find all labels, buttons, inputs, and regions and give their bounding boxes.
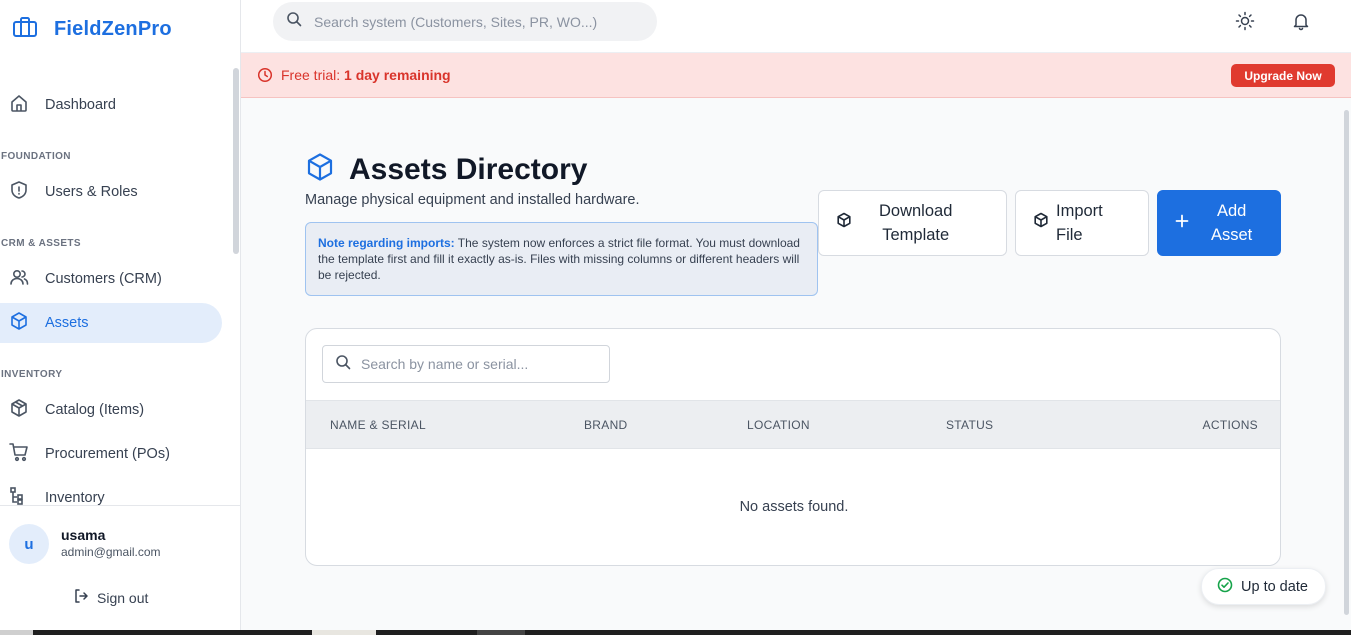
box-icon xyxy=(305,152,335,187)
sidebar-item-label: Users & Roles xyxy=(45,184,138,200)
shield-icon xyxy=(9,180,29,204)
search-icon xyxy=(286,11,302,32)
main-scrollbar[interactable] xyxy=(1344,110,1349,615)
sidebar-item-catalog[interactable]: Catalog (Items) xyxy=(0,390,222,430)
bell-icon[interactable] xyxy=(1290,10,1312,32)
check-circle-icon xyxy=(1217,577,1233,597)
column-header-actions: ACTIONS xyxy=(1202,418,1258,432)
sidebar-item-label: Procurement (POs) xyxy=(45,446,170,462)
sidebar-item-label: Assets xyxy=(45,315,89,331)
global-search-input[interactable] xyxy=(314,13,634,30)
sidebar-item-label: Catalog (Items) xyxy=(45,402,145,418)
user-panel: u usama admin@gmail.com Sign out xyxy=(0,505,240,630)
clock-icon xyxy=(257,67,273,88)
trial-banner: Free trial: 1 day remaining Upgrade Now xyxy=(241,53,1351,98)
user-name: usama xyxy=(61,527,106,543)
sidebar-item-procurement[interactable]: Procurement (POs) xyxy=(0,434,222,474)
taskbar-segment xyxy=(312,630,376,635)
sidebar-scrollbar[interactable] xyxy=(233,68,239,254)
import-file-label: Import File xyxy=(1056,202,1103,244)
page-header: Assets Directory xyxy=(305,152,587,187)
cart-icon xyxy=(9,442,29,466)
box-icon xyxy=(836,211,852,235)
app-name: FieldZenPro xyxy=(54,18,172,40)
box-icon xyxy=(1033,211,1049,235)
import-file-button[interactable]: Import File xyxy=(1015,190,1149,256)
download-template-button[interactable]: Download Template xyxy=(818,190,1007,256)
briefcase-icon xyxy=(12,16,38,43)
section-inventory: INVENTORY xyxy=(1,369,63,380)
sidebar-item-inventory[interactable]: Inventory xyxy=(0,478,222,505)
import-note: Note regarding imports: The system now e… xyxy=(305,222,818,296)
user-email: admin@gmail.com xyxy=(61,545,161,559)
section-foundation: FOUNDATION xyxy=(1,151,71,162)
column-header-status[interactable]: STATUS xyxy=(946,418,993,432)
empty-state-message: No assets found. xyxy=(739,499,849,515)
sidebar-item-assets[interactable]: Assets xyxy=(0,303,222,343)
global-search[interactable] xyxy=(273,2,657,41)
avatar[interactable]: u xyxy=(9,524,49,564)
column-header-brand[interactable]: BRAND xyxy=(584,418,628,432)
add-asset-button[interactable]: Add Asset xyxy=(1157,190,1281,256)
taskbar-strip xyxy=(0,630,1351,635)
note-label: Note regarding imports: xyxy=(318,236,455,250)
trial-text: Free trial: 1 day remaining xyxy=(281,67,451,83)
sidebar: FieldZenPro Dashboard FOUNDATION Users &… xyxy=(0,0,241,630)
upgrade-now-button[interactable]: Upgrade Now xyxy=(1231,64,1335,87)
sidebar-nav: Dashboard FOUNDATION Users & Roles CRM &… xyxy=(0,83,232,505)
box-icon xyxy=(9,311,29,335)
main-content: Assets Directory Manage physical equipme… xyxy=(241,98,1351,630)
add-asset-label: Add Asset xyxy=(1211,202,1253,244)
sync-status-toast: Up to date xyxy=(1201,568,1326,605)
box-icon xyxy=(9,398,29,422)
column-header-name-serial[interactable]: NAME & SERIAL xyxy=(330,418,426,432)
plus-icon xyxy=(1175,211,1189,235)
topbar xyxy=(241,0,1351,53)
sign-out-label: Sign out xyxy=(97,589,149,606)
trial-remaining: 1 day remaining xyxy=(344,67,451,83)
page-subtitle: Manage physical equipment and installed … xyxy=(305,192,640,208)
table-search[interactable] xyxy=(322,345,610,383)
sidebar-item-label: Customers (CRM) xyxy=(45,271,162,287)
table-header: NAME & SERIAL BRAND LOCATION STATUS ACTI… xyxy=(306,400,1280,449)
hierarchy-icon xyxy=(9,486,29,505)
taskbar-segment xyxy=(0,630,33,635)
home-icon xyxy=(9,93,29,117)
section-crm-assets: CRM & ASSETS xyxy=(1,238,81,249)
sign-out-button[interactable]: Sign out xyxy=(73,588,148,607)
sidebar-item-dashboard[interactable]: Dashboard xyxy=(0,85,222,125)
table-search-input[interactable] xyxy=(361,356,601,372)
sidebar-item-users-roles[interactable]: Users & Roles xyxy=(0,172,222,212)
brand[interactable]: FieldZenPro xyxy=(12,16,172,43)
assets-table-card: NAME & SERIAL BRAND LOCATION STATUS ACTI… xyxy=(305,328,1281,566)
column-header-location[interactable]: LOCATION xyxy=(747,418,810,432)
sidebar-item-customers[interactable]: Customers (CRM) xyxy=(0,259,222,299)
sign-out-icon xyxy=(73,588,89,607)
search-icon xyxy=(335,354,351,375)
sync-status-label: Up to date xyxy=(1241,578,1308,595)
users-icon xyxy=(9,267,29,291)
download-template-label: Download Template xyxy=(879,202,953,244)
theme-toggle-sun-icon[interactable] xyxy=(1234,10,1256,32)
page-title: Assets Directory xyxy=(349,152,588,186)
sidebar-item-label: Dashboard xyxy=(45,97,116,113)
sidebar-item-label: Inventory xyxy=(45,490,105,505)
trial-prefix: Free trial: xyxy=(281,67,345,83)
taskbar-segment xyxy=(477,630,525,635)
